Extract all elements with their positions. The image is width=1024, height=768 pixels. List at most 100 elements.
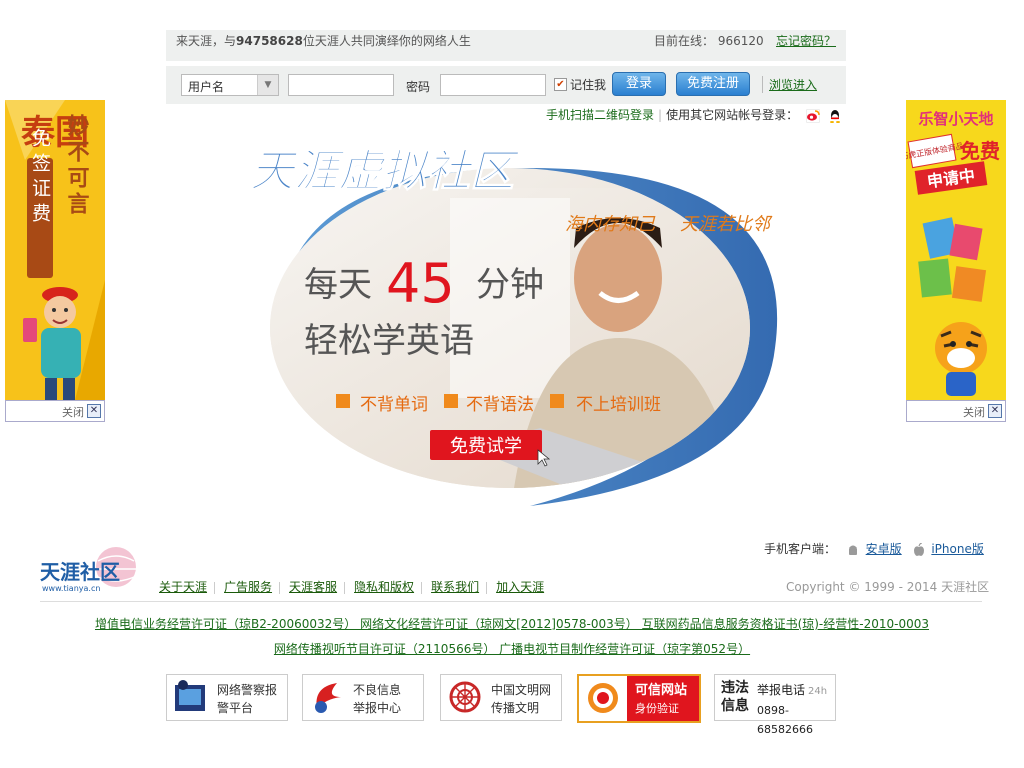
check-icon — [444, 394, 458, 408]
qiaohu-ad-art: 乐智小天地 巧虎正版体验商品 免费 申请中 — [906, 100, 1006, 400]
license-links-1[interactable]: 增值电信业务经营许可证（琼B2-20060032号） 网络文化经营许可证（琼网文… — [95, 617, 929, 631]
license-links-2[interactable]: 网络传播视听节目许可证（2110566号） 广播电视节目制作经营许可证（琼字第0… — [274, 642, 750, 656]
badge-line-1: 中国文明网 — [491, 683, 552, 697]
ad-cta-label: 免费试学 — [450, 436, 522, 457]
member-count: 94758628 — [236, 34, 303, 48]
right-side-ad[interactable]: 乐智小天地 巧虎正版体验商品 免费 申请中 关闭 ✕ — [906, 100, 1006, 422]
divider — [214, 581, 216, 594]
android-icon — [848, 545, 857, 555]
mobile-app-row: 手机客户端： 安卓版 iPhone版 — [764, 540, 984, 557]
divider — [421, 581, 423, 594]
footer-link-contact[interactable]: 联系我们 — [431, 580, 479, 594]
ad-slogan-2: 天涯若比邻 — [680, 214, 773, 235]
ad-feature-1: 不背单词 — [360, 395, 428, 415]
android-app-link[interactable]: 安卓版 — [866, 542, 902, 556]
apple-icon — [913, 542, 924, 556]
remember-me-checkbox[interactable]: ✔ 记住我 — [554, 76, 606, 93]
badge-text: 中国文明网 传播文明 — [491, 681, 551, 717]
check-icon — [550, 394, 564, 408]
license-line-2: 网络传播视听节目许可证（2110566号） 广播电视节目制作经营许可证（琼字第0… — [0, 640, 1024, 657]
welcome-text: 来天涯，与94758628位天涯人共同演绎你的网络人生 — [176, 32, 471, 49]
qr-login-link[interactable]: 手机扫描二维码登录 — [546, 108, 654, 122]
badge-text: 举报电话 24h 0898-68582666 — [757, 681, 835, 739]
footer-divider — [40, 601, 982, 602]
ad-headline-number: 45 — [386, 252, 455, 315]
footer-link-join[interactable]: 加入天涯 — [496, 580, 544, 594]
badge-report[interactable]: 不良信息 举报中心 — [302, 674, 424, 721]
footer-link-support[interactable]: 天涯客服 — [289, 580, 337, 594]
divider — [279, 581, 281, 594]
app-label: 手机客户端： — [764, 542, 837, 556]
ad-brand-title: 天涯虚拟社区 — [250, 146, 521, 197]
badge-civilization[interactable]: 中国文明网 传播文明 — [440, 674, 562, 721]
badge-line-2: 警平台 — [217, 701, 254, 715]
badge-line-1: 不良信息 — [353, 683, 402, 697]
username-type-select[interactable]: 用户名 ▼ — [181, 74, 279, 96]
footer-link-ads[interactable]: 广告服务 — [224, 580, 272, 594]
ad-headline-suffix: 分钟 — [476, 265, 544, 305]
close-label: 关闭 — [963, 406, 985, 419]
register-button[interactable]: 免费注册 — [676, 72, 750, 96]
footer-link-privacy[interactable]: 隐私和版权 — [354, 580, 414, 594]
right-ad-close-button[interactable]: 关闭 ✕ — [906, 400, 1006, 422]
badge-line-1: 网络警察报 — [217, 683, 278, 697]
footer-nav: 关于天涯 广告服务 天涯客服 隐私和版权 联系我们 加入天涯 — [150, 578, 551, 595]
police-icon — [175, 680, 205, 711]
divider — [486, 581, 488, 594]
badge-line-2: 举报中心 — [353, 701, 402, 715]
left-ad-close-button[interactable]: 关闭 ✕ — [5, 400, 105, 422]
badge-police[interactable]: 网络警察报 警平台 — [166, 674, 288, 721]
badge-text: 不良信息 举报中心 — [353, 681, 401, 717]
report-icon — [315, 683, 341, 713]
ad-subheadline: 轻松学英语 — [304, 321, 474, 361]
ad-feature-2: 不背语法 — [466, 395, 534, 415]
ad-brand: 乐智小天地 — [918, 110, 993, 128]
welcome-suffix: 位天涯人共同演绎你的网络人生 — [302, 34, 471, 48]
ad-slogan-1: 海内存知己 — [565, 214, 656, 235]
left-side-ad[interactable]: 泰国 免签证费 妙不可言 关闭 ✕ — [5, 100, 105, 422]
ad-free: 免费 — [960, 139, 1000, 163]
weibo-icon[interactable] — [805, 108, 820, 123]
divider: | — [658, 108, 663, 122]
badge-line-2: 传播文明 — [491, 701, 540, 715]
password-input[interactable] — [440, 74, 546, 96]
trusted-site-icon — [588, 683, 618, 713]
chevron-down-icon: ▼ — [257, 75, 278, 95]
online-count: 目前在线： 966120 — [654, 32, 764, 49]
username-input[interactable] — [288, 74, 394, 96]
top-info-bar: 来天涯，与94758628位天涯人共同演绎你的网络人生 目前在线： 966120… — [166, 30, 846, 61]
username-type-label: 用户名 — [188, 80, 225, 94]
password-label: 密码 — [406, 80, 431, 94]
badge-hours: 24h — [808, 686, 828, 697]
close-icon: ✕ — [87, 404, 101, 418]
online-number: 966120 — [717, 34, 764, 48]
badge-trusted-site[interactable]: 可信网站 身份验证 — [577, 674, 701, 723]
iphone-app-link[interactable]: iPhone版 — [931, 542, 984, 556]
online-label: 目前在线： — [654, 34, 715, 48]
browse-link[interactable]: 浏览进入 — [762, 76, 817, 93]
forgot-password-link[interactable]: 忘记密码？ — [776, 32, 836, 49]
ad-vertical-text-2: 妙不可言 — [64, 113, 90, 218]
center-english-ad[interactable]: 天涯虚拟社区 海内存知己 天涯若比邻 每天 45 分钟 轻松学英语 不背单词 不… — [240, 128, 800, 518]
welcome-prefix: 来天涯，与 — [176, 34, 237, 48]
tianya-logo[interactable]: 天涯社区 www.tianya.cn — [40, 547, 140, 595]
other-login-label: 使用其它网站帐号登录： — [666, 108, 799, 122]
badge-text: 可信网站 身份验证 — [635, 682, 687, 718]
badge-line-1: 可信网站 — [635, 683, 688, 698]
qq-icon[interactable] — [828, 109, 842, 123]
logo-text: 天涯社区 — [40, 560, 120, 584]
hotline-tag: 违法 信息 — [721, 679, 749, 715]
badge-line-2: 0898-68582666 — [757, 704, 813, 736]
login-bar: 用户名 ▼ 密码 ✔ 记住我 登录 免费注册 浏览进入 — [166, 66, 846, 104]
footer-link-about[interactable]: 关于天涯 — [159, 580, 207, 594]
badge-hotline[interactable]: 违法 信息 举报电话 24h 0898-68582666 — [714, 674, 836, 736]
close-icon: ✕ — [988, 404, 1002, 418]
copyright: Copyright © 1999 - 2014 天涯社区 — [786, 580, 990, 594]
badge-line-1: 举报电话 — [757, 683, 806, 697]
civilization-icon — [449, 681, 481, 713]
login-button[interactable]: 登录 — [612, 72, 666, 96]
logo-domain: www.tianya.cn — [42, 584, 100, 593]
badge-line-2: 身份验证 — [635, 702, 679, 715]
alt-login-row: 手机扫描二维码登录 | 使用其它网站帐号登录： — [546, 106, 842, 123]
thailand-visa-ad-art: 泰国 免签证费 妙不可言 — [5, 100, 105, 400]
